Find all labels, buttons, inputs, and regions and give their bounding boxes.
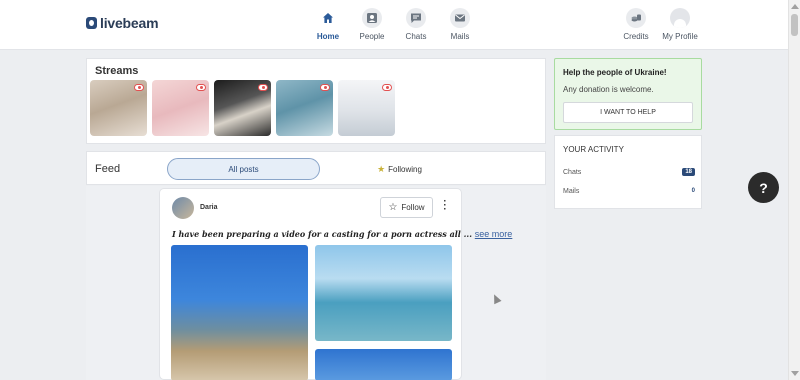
star-outline-icon: ☆ bbox=[388, 202, 398, 213]
donate-button[interactable]: I WANT TO HELP bbox=[563, 102, 693, 123]
follow-button[interactable]: ☆ Follow bbox=[380, 197, 433, 218]
tab-following-label: Following bbox=[388, 164, 422, 174]
live-indicator-icon bbox=[196, 84, 206, 91]
scroll-thumb[interactable] bbox=[791, 14, 798, 36]
tab-all-posts[interactable]: All posts bbox=[167, 158, 320, 180]
nav-chats-label: Chats bbox=[405, 32, 427, 41]
activity-mails-row[interactable]: Mails 0 bbox=[563, 188, 695, 195]
follow-label: Follow bbox=[401, 203, 425, 212]
nav-profile-label: My Profile bbox=[662, 32, 698, 41]
people-icon bbox=[362, 8, 382, 28]
more-options-icon[interactable]: · · · bbox=[443, 197, 447, 215]
streams-panel: Streams bbox=[86, 58, 546, 144]
logo-text: livebeam bbox=[100, 15, 159, 31]
live-indicator-icon bbox=[134, 84, 144, 91]
activity-mails-label: Mails bbox=[563, 188, 580, 195]
nav-people[interactable]: People bbox=[350, 8, 394, 41]
activity-chats-label: Chats bbox=[563, 169, 582, 176]
nav-chats[interactable]: Chats bbox=[394, 8, 438, 41]
stream-thumbnail[interactable] bbox=[338, 80, 395, 136]
star-icon: ★ bbox=[377, 163, 386, 174]
author-avatar[interactable] bbox=[172, 197, 194, 219]
donation-title: Help the people of Ukraine! bbox=[563, 68, 667, 77]
nav-credits[interactable]: Credits bbox=[614, 8, 658, 41]
activity-chats-row[interactable]: Chats 18 bbox=[563, 168, 695, 176]
logo[interactable]: livebeam bbox=[86, 15, 159, 31]
post-text: I have been preparing a video for a cast… bbox=[172, 229, 512, 239]
author-name[interactable]: Daria bbox=[200, 204, 218, 211]
nav-mails-label: Mails bbox=[450, 32, 470, 41]
donation-subtitle: Any donation is welcome. bbox=[563, 85, 654, 94]
stream-thumbnail[interactable] bbox=[276, 80, 333, 136]
chat-icon bbox=[406, 8, 426, 28]
live-indicator-icon bbox=[258, 84, 268, 91]
top-navigation-bar: livebeam Home People Chats Mails Credits… bbox=[0, 0, 788, 50]
activity-title: YOUR ACTIVITY bbox=[563, 145, 624, 154]
feed-title: Feed bbox=[95, 163, 121, 175]
mails-count: 0 bbox=[691, 188, 695, 194]
live-indicator-icon bbox=[382, 84, 392, 91]
streams-title: Streams bbox=[95, 65, 139, 77]
nav-home-label: Home bbox=[316, 32, 340, 41]
post-photo[interactable] bbox=[315, 349, 452, 380]
chats-count-badge: 18 bbox=[682, 168, 695, 176]
stream-thumbnail[interactable] bbox=[214, 80, 271, 136]
profile-avatar-icon bbox=[670, 8, 690, 28]
post-photo[interactable] bbox=[315, 245, 452, 341]
post-photo[interactable] bbox=[171, 245, 308, 380]
see-more-link[interactable]: see more bbox=[475, 229, 513, 239]
nav-home[interactable]: Home bbox=[306, 8, 350, 41]
post-body: I have been preparing a video for a cast… bbox=[172, 229, 472, 239]
feed-post: Daria ☆ Follow · · · I have been preparing… bbox=[159, 188, 512, 380]
home-icon bbox=[318, 8, 338, 28]
page-scrollbar[interactable] bbox=[788, 0, 800, 380]
credits-icon bbox=[626, 8, 646, 28]
scroll-up-arrow-icon[interactable] bbox=[791, 4, 799, 9]
activity-panel: YOUR ACTIVITY Chats 18 Mails 0 bbox=[554, 135, 702, 209]
live-indicator-icon bbox=[320, 84, 330, 91]
tab-following[interactable]: ★ Following bbox=[323, 158, 476, 180]
donation-banner: Help the people of Ukraine! Any donation… bbox=[554, 58, 702, 130]
mail-icon bbox=[450, 8, 470, 28]
stream-thumbnail[interactable] bbox=[90, 80, 147, 136]
nav-people-label: People bbox=[359, 32, 385, 41]
nav-mails[interactable]: Mails bbox=[438, 8, 482, 41]
scroll-down-arrow-icon[interactable] bbox=[791, 371, 799, 376]
feed-header: Feed All posts ★ Following bbox=[86, 151, 546, 185]
stream-thumbnail[interactable] bbox=[152, 80, 209, 136]
nav-my-profile[interactable]: My Profile bbox=[658, 8, 702, 41]
help-button[interactable]: ? bbox=[748, 172, 779, 203]
logo-icon bbox=[86, 17, 97, 29]
nav-credits-label: Credits bbox=[623, 32, 649, 41]
